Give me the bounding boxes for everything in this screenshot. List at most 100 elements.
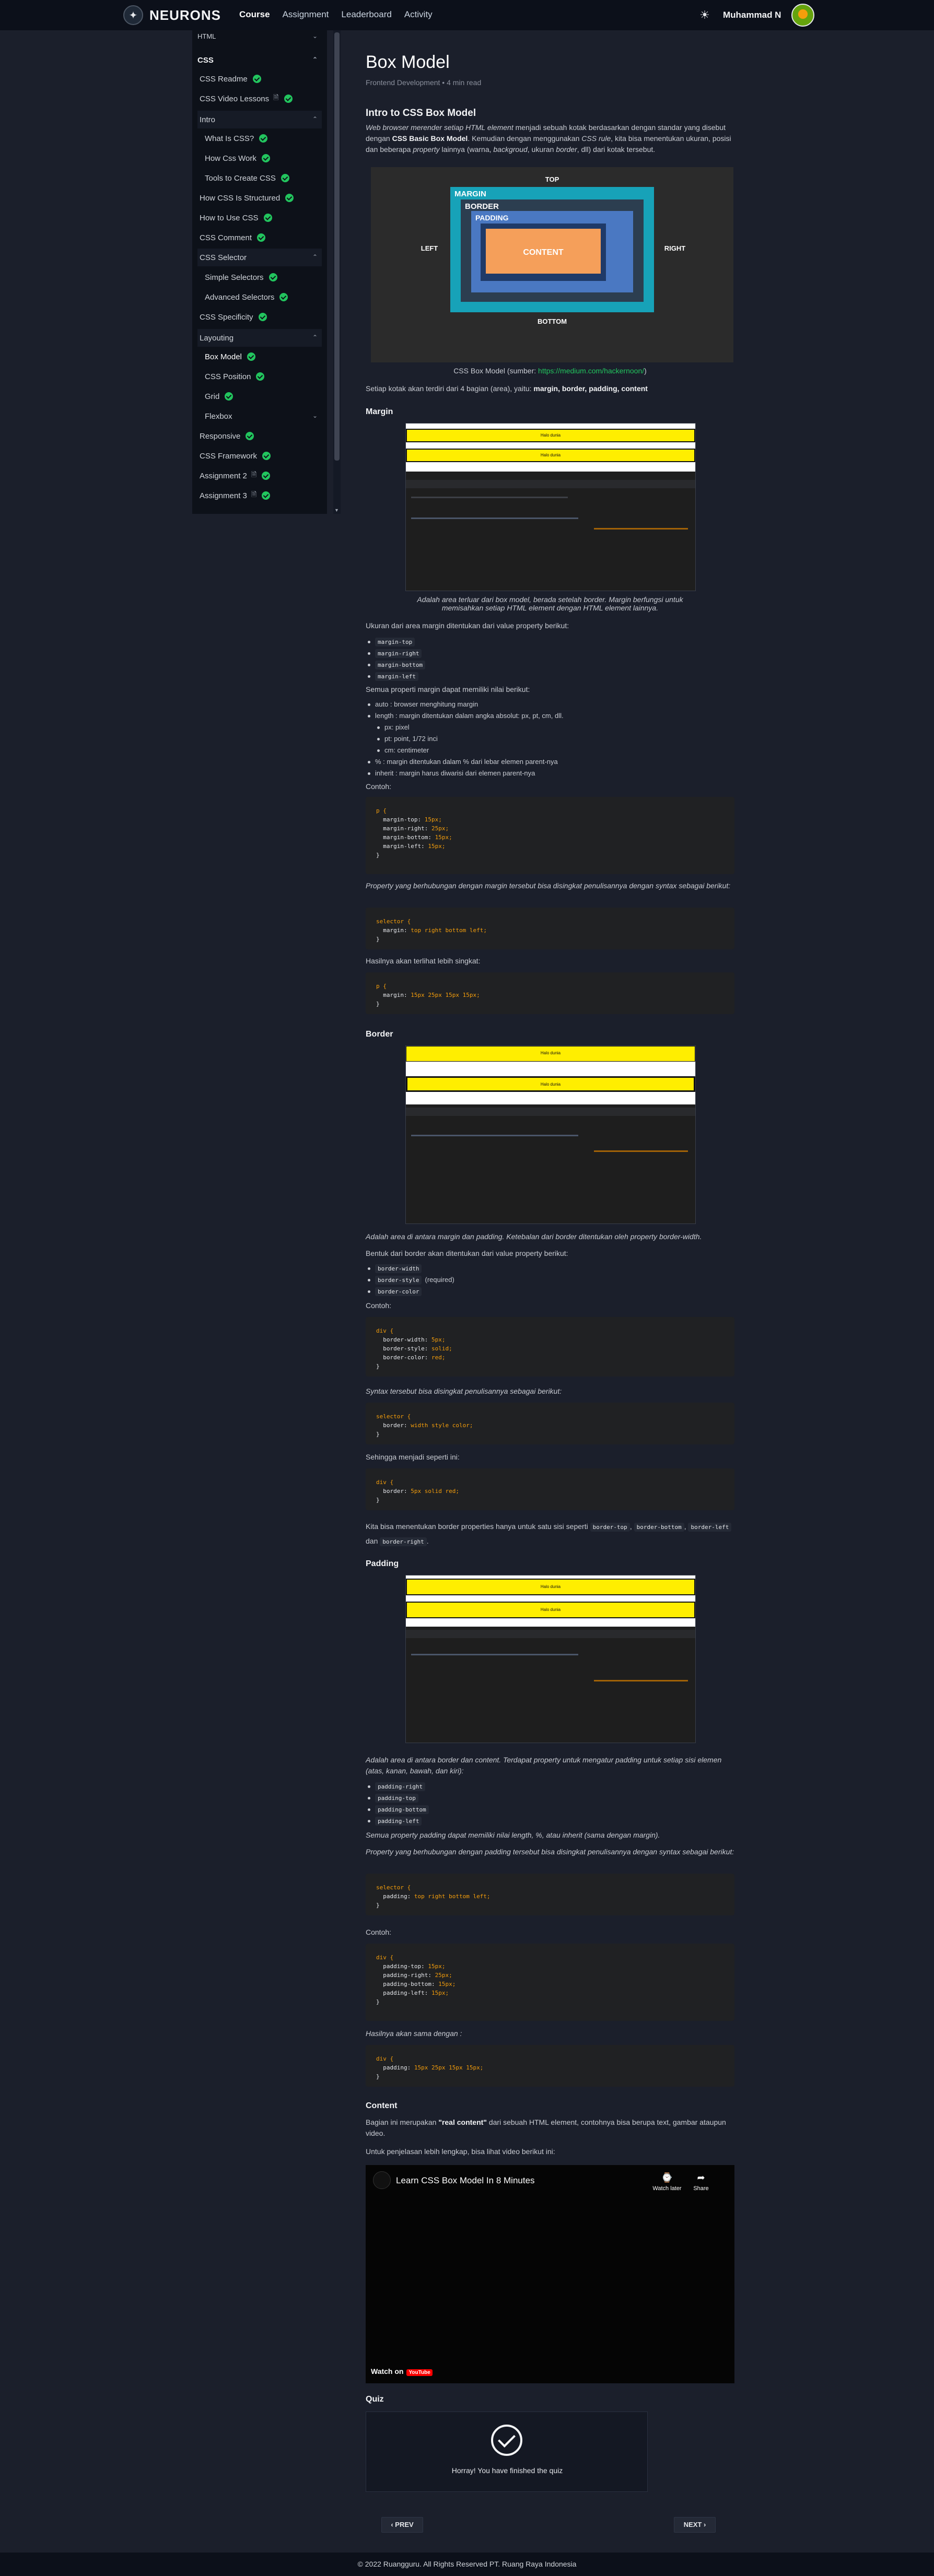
sidebar-item[interactable]: CSS Video Lessons 🗎: [197, 90, 322, 108]
sidebar-item-label: CSS Video Lessons: [200, 94, 270, 103]
shot-text: Halo dunia: [406, 449, 695, 462]
article-meta: Frontend Development • 4 min read: [366, 78, 482, 87]
completed-check-icon: [262, 491, 271, 500]
sidebar-section-html[interactable]: HTML ⌄: [197, 30, 322, 42]
avatar[interactable]: [791, 4, 814, 27]
sidebar-item[interactable]: How CSS Is Structured: [197, 189, 322, 207]
sidebar-item[interactable]: Assignment 3 🗎: [197, 487, 322, 504]
sidebar-item[interactable]: What Is CSS?: [197, 130, 322, 147]
sidebar-item-label: CSS Position: [205, 372, 251, 381]
list-item: cm: centimeter: [366, 745, 564, 756]
code-block: div { padding-top: 15px; padding-right: …: [366, 1944, 734, 2021]
sidebar-item[interactable]: CSS Readme: [197, 70, 322, 88]
top-navbar: ✦ NEURONS Course Assignment Leaderboard …: [0, 0, 934, 30]
sidebar-item[interactable]: Intro ⌃: [197, 111, 322, 128]
sun-icon[interactable]: ☀: [698, 8, 711, 22]
sidebar-item[interactable]: How Css Work: [197, 149, 322, 167]
border-props-list: border-width border-style (required) border…: [366, 1263, 454, 1297]
nav-leaderboard[interactable]: Leaderboard: [341, 9, 391, 20]
completed-check-icon: [285, 194, 294, 202]
brand-logo[interactable]: ✦ NEURONS: [123, 5, 221, 25]
prev-button[interactable]: ‹ PREV: [381, 2517, 423, 2533]
sidebar-item[interactable]: Responsive: [197, 427, 322, 445]
sidebar-scrollbar[interactable]: ▼: [333, 30, 341, 514]
watch-on-youtube[interactable]: Watch on YouTube: [371, 2367, 433, 2376]
list-item: auto : browser menghitung margin: [366, 699, 564, 710]
nav-assignment[interactable]: Assignment: [283, 9, 329, 20]
sidebar-item-label: CSS Comment: [200, 233, 252, 242]
sidebar-item-label: How Css Work: [205, 154, 256, 163]
youtube-logo: YouTube: [406, 2369, 433, 2376]
sidebar-item[interactable]: Simple Selectors: [197, 268, 322, 286]
sidebar-item[interactable]: Tools to Create CSS: [197, 169, 322, 187]
contoh-label: Contoh:: [366, 782, 392, 791]
diagram-border-label: BORDER: [465, 202, 499, 211]
sidebar-item[interactable]: CSS Framework: [197, 447, 322, 465]
diagram-caption: CSS Box Model (sumber: https://medium.co…: [453, 367, 647, 375]
sidebar-section-css[interactable]: CSS ⌃: [197, 51, 322, 69]
scroll-down-icon[interactable]: ▼: [334, 508, 339, 513]
sidebar-item-label: Intro: [200, 115, 216, 124]
quiz-heading: Quiz: [366, 2395, 384, 2404]
list-item: px: pixel: [366, 722, 564, 733]
padding-props-list: padding-right padding-top padding-bottom pa…: [366, 1781, 429, 1827]
list-item: border-style (required): [366, 1274, 454, 1286]
sidebar-item[interactable]: Advanced Selectors: [197, 288, 322, 306]
shot-text: Halo dunia: [406, 429, 695, 442]
sidebar-item[interactable]: Box Model: [197, 348, 322, 366]
border-devtools-screenshot: Halo dunia Halo dunia: [405, 1045, 696, 1224]
scrollbar-thumb[interactable]: [334, 32, 340, 461]
margin-result-intro: Hasilnya akan terlihat lebih singkat:: [366, 957, 481, 965]
code-block: div { border-width: 5px; border-style: s…: [366, 1317, 734, 1377]
code-block: div { padding: 15px 25px 15px 15px; }: [366, 2045, 734, 2087]
sidebar-item-label: CSS Selector: [200, 253, 247, 262]
list-item: border-color: [366, 1286, 454, 1297]
sidebar-item[interactable]: Grid: [197, 387, 322, 405]
user-name[interactable]: Muhammad N: [723, 10, 781, 20]
sidebar-item[interactable]: CSS Specificity: [197, 308, 322, 326]
completed-check-icon: [259, 134, 268, 143]
video-title[interactable]: Learn CSS Box Model In 8 Minutes: [396, 2175, 535, 2186]
sidebar-item-label: Flexbox: [205, 411, 232, 421]
sidebar-item-label: Grid: [205, 392, 220, 401]
border-props-intro: Bentuk dari border akan ditentukan dari …: [366, 1249, 568, 1257]
share-button[interactable]: ➦ Share: [690, 2172, 713, 2192]
padding-result-intro: Hasilnya akan sama dengan :: [366, 2029, 462, 2038]
sidebar-item[interactable]: Layouting ⌃: [197, 329, 322, 347]
sidebar-item-label: CSS Specificity: [200, 312, 253, 322]
list-item: margin-top: [366, 636, 425, 648]
sidebar-item[interactable]: How to Use CSS: [197, 209, 322, 227]
watch-later-button[interactable]: ⌚ Watch later: [652, 2172, 682, 2192]
four-parts-text: Setiap kotak akan terdiri dari 4 bagian …: [366, 384, 648, 393]
nav-activity[interactable]: Activity: [404, 9, 433, 20]
channel-icon[interactable]: [373, 2171, 391, 2189]
border-heading: Border: [366, 1030, 393, 1039]
content-text: Bagian ini merupakan "real content" dari…: [366, 2118, 726, 2137]
margin-heading: Margin: [366, 407, 393, 416]
border-caption: Adalah area di antara margin dan padding…: [366, 1232, 702, 1241]
diagram-source-link[interactable]: https://medium.com/hackernoon/: [538, 367, 644, 375]
chevron-up-icon: ⌃: [312, 334, 318, 341]
sidebar-item[interactable]: Assignment 2 🗎: [197, 467, 322, 485]
completed-check-icon: [284, 95, 293, 103]
video-player[interactable]: Learn CSS Box Model In 8 Minutes ⌚ Watch …: [366, 2165, 734, 2383]
sidebar-item[interactable]: CSS Position: [197, 368, 322, 385]
sidebar-item-label: Assignment 3: [200, 491, 247, 500]
diagram-right-label: RIGHT: [664, 244, 686, 252]
sidebar-item[interactable]: CSS Selector ⌃: [197, 249, 322, 266]
sidebar-item-label: CSS Readme: [200, 74, 248, 84]
brand-name: NEURONS: [149, 7, 221, 23]
sidebar-item-label: Box Model: [205, 352, 242, 361]
sidebar-item[interactable]: CSS Comment: [197, 229, 322, 246]
sidebar-item[interactable]: Flexbox ⌄: [197, 407, 322, 425]
next-button[interactable]: NEXT ›: [674, 2517, 716, 2533]
margin-size-intro: Ukuran dari area margin ditentukan dari …: [366, 621, 569, 630]
page-title: Box Model: [366, 52, 450, 72]
intro-text: Web browser merender setiap HTML element…: [366, 123, 731, 154]
box-model-svg: TOP BOTTOM LEFT RIGHT MARGIN BORDER PADD…: [371, 167, 733, 362]
intro-heading: Intro to CSS Box Model: [366, 108, 476, 119]
box-model-diagram: TOP BOTTOM LEFT RIGHT MARGIN BORDER PADD…: [371, 167, 733, 362]
sidebar-item-label: Advanced Selectors: [205, 292, 275, 302]
video-intro: Untuk penjelasan lebih lengkap, bisa lih…: [366, 2147, 555, 2156]
nav-course[interactable]: Course: [239, 9, 270, 20]
